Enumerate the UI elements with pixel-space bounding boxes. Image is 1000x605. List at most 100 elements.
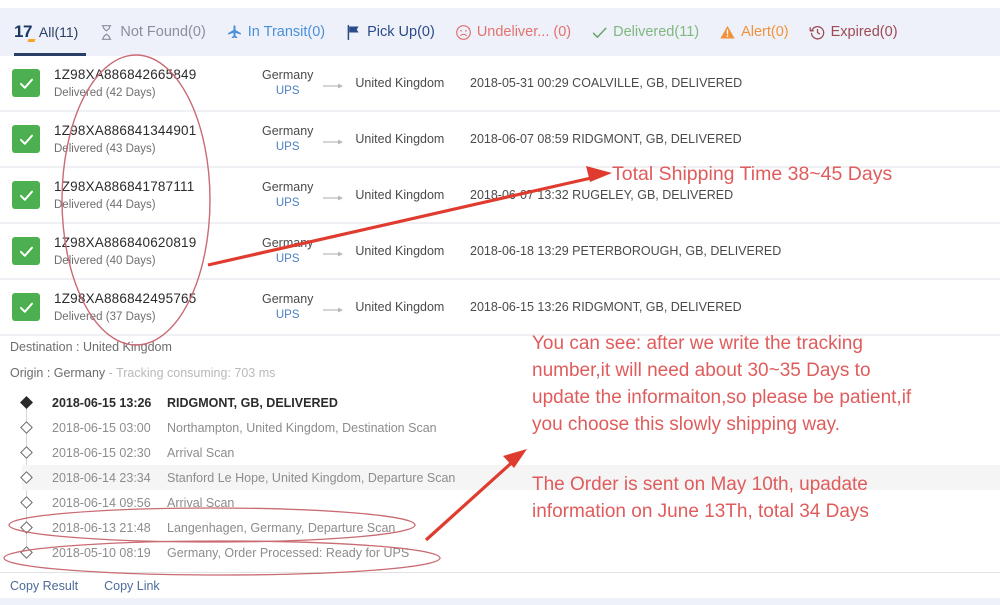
carrier-name: UPS (275, 140, 300, 153)
route-arrow-icon (323, 303, 345, 313)
row-checkbox-checked[interactable] (12, 69, 40, 97)
carrier-name: UPS (275, 84, 300, 97)
row-checkbox-checked[interactable] (12, 181, 40, 209)
timeline-node-icon (20, 421, 33, 434)
event-time: 2018-06-14 09:56 (52, 495, 151, 510)
last-event: 2018-05-31 00:29 COALVILLE, GB, DELIVERE… (470, 76, 743, 90)
tracking-number-cell: 1Z98XA886841344901 Delivered (43 Days) (54, 123, 262, 155)
copy-link-link[interactable]: Copy Link (104, 579, 160, 593)
table-row[interactable]: 1Z98XA886842495765 Delivered (37 Days) G… (0, 280, 1000, 336)
destination-country: United Kingdom (355, 188, 445, 202)
tracking-number[interactable]: 1Z98XA886840620819 (54, 235, 262, 252)
tab-expired-label: Expired(0) (830, 23, 898, 40)
bottom-bar (0, 598, 1000, 605)
sad-face-icon (455, 24, 472, 41)
destination-country: United Kingdom (355, 76, 445, 90)
origin-country: Germany (262, 180, 314, 195)
tracking-results-page: 17 All(11) Not Found(0) In Transit(0) Pi… (0, 0, 1000, 605)
route-cell: Germany UPS United Kingdom (262, 67, 462, 98)
clock-rewind-icon (809, 24, 826, 41)
tab-not-found[interactable]: Not Found(0) (92, 8, 219, 56)
origin-block: Germany UPS (262, 179, 313, 210)
last-event: 2018-06-07 08:59 RIDGMONT, GB, DELIVERED (470, 132, 742, 146)
event-description: Arrival Scan (167, 445, 235, 460)
event-time: 2018-06-13 21:48 (52, 520, 151, 535)
timeline-node-icon (20, 546, 33, 559)
tab-undelivered-label: Undeliver... (0) (476, 23, 572, 40)
route-cell: Germany UPS United Kingdom (262, 179, 462, 210)
route-cell: Germany UPS United Kingdom (262, 291, 462, 322)
tab-in-transit[interactable]: In Transit(0) (220, 8, 339, 56)
detail-footer-links: Copy Result Copy Link (0, 572, 1000, 598)
tab-in-transit-label: In Transit(0) (247, 23, 326, 40)
event-time: 2018-06-15 02:30 (52, 445, 151, 460)
tracking-number-cell: 1Z98XA886840620819 Delivered (40 Days) (54, 235, 262, 267)
tab-pick-up[interactable]: Pick Up(0) (339, 8, 449, 56)
tracking-status: Delivered (40 Days) (54, 254, 156, 267)
tab-all-label: All(11) (38, 24, 79, 40)
detail-origin: Origin : Germany (10, 366, 106, 380)
carrier-name: UPS (275, 252, 300, 265)
tab-all[interactable]: 17 All(11) (8, 8, 92, 56)
warning-triangle-icon (719, 24, 736, 41)
detail-origin-separator: - (105, 366, 117, 380)
tracking-number[interactable]: 1Z98XA886842495765 (54, 291, 262, 308)
detail-tracking-consuming: Tracking consuming: 703 ms (116, 366, 276, 380)
list-item: 2018-05-10 08:19 Germany, Order Processe… (20, 540, 1000, 565)
row-checkbox-checked[interactable] (12, 293, 40, 321)
tracking-number-cell: 1Z98XA886842495765 Delivered (37 Days) (54, 291, 262, 323)
event-time: 2018-06-15 03:00 (52, 420, 151, 435)
tab-alert-label: Alert(0) (741, 23, 789, 40)
route-arrow-icon (323, 247, 345, 257)
annotation-order-note: The Order is sent on May 10th, upadate i… (532, 474, 869, 522)
timeline-node-icon (20, 396, 33, 409)
hourglass-icon (98, 24, 115, 41)
tracking-status: Delivered (42 Days) (54, 86, 156, 99)
annotation-shipping-time: Total Shipping Time 38~45 Days (612, 163, 893, 185)
table-row[interactable]: 1Z98XA886840620819 Delivered (40 Days) G… (0, 224, 1000, 280)
row-checkbox-checked[interactable] (12, 125, 40, 153)
tracking-number-cell: 1Z98XA886841787111 Delivered (44 Days) (54, 179, 262, 211)
copy-result-link[interactable]: Copy Result (10, 579, 78, 593)
origin-block: Germany UPS (262, 123, 313, 154)
annotation-explanation: You can see: after we write the tracking… (532, 333, 912, 435)
tracking-number[interactable]: 1Z98XA886841344901 (54, 123, 262, 140)
tab-undelivered[interactable]: Undeliver... (0) (449, 8, 585, 56)
17track-logo-icon: 17 (14, 22, 32, 41)
table-row[interactable]: 1Z98XA886842665849 Delivered (42 Days) G… (0, 56, 1000, 112)
event-time: 2018-05-10 08:19 (52, 545, 151, 560)
row-checkbox-checked[interactable] (12, 237, 40, 265)
origin-block: Germany UPS (262, 291, 313, 322)
origin-country: Germany (262, 292, 314, 307)
event-description: Arrival Scan (167, 495, 235, 510)
route-arrow-icon (323, 135, 345, 145)
table-row[interactable]: 1Z98XA886841344901 Delivered (43 Days) G… (0, 112, 1000, 168)
event-description: Stanford Le Hope, United Kingdom, Depart… (167, 470, 456, 485)
last-event: 2018-06-07 13:32 RUGELEY, GB, DELIVERED (470, 188, 734, 202)
last-event: 2018-06-18 13:29 PETERBOROUGH, GB, DELIV… (470, 244, 782, 258)
tab-delivered[interactable]: Delivered(11) (585, 8, 713, 56)
origin-country: Germany (262, 236, 314, 251)
timeline-node-icon (20, 446, 33, 459)
origin-country: Germany (262, 68, 314, 83)
event-description: RIDGMONT, GB, DELIVERED (167, 395, 338, 410)
route-cell: Germany UPS United Kingdom (262, 123, 462, 154)
last-event: 2018-06-15 13:26 RIDGMONT, GB, DELIVERED (470, 300, 742, 314)
tracking-status: Delivered (43 Days) (54, 142, 156, 155)
airplane-icon (226, 24, 243, 41)
tracking-number[interactable]: 1Z98XA886842665849 (54, 67, 262, 84)
carrier-name: UPS (275, 196, 300, 209)
event-time: 2018-06-15 13:26 (52, 395, 152, 410)
tracking-results-list: 1Z98XA886842665849 Delivered (42 Days) G… (0, 56, 1000, 336)
route-cell: Germany UPS United Kingdom (262, 235, 462, 266)
tab-alert[interactable]: Alert(0) (713, 8, 803, 56)
event-description: Germany, Order Processed: Ready for UPS (167, 545, 410, 560)
tracking-number-cell: 1Z98XA886842665849 Delivered (42 Days) (54, 67, 262, 99)
destination-country: United Kingdom (355, 132, 445, 146)
tab-not-found-label: Not Found(0) (120, 23, 206, 40)
route-arrow-icon (323, 79, 345, 89)
tracking-number[interactable]: 1Z98XA886841787111 (54, 179, 262, 196)
tab-pick-up-label: Pick Up(0) (367, 23, 435, 40)
tab-expired[interactable]: Expired(0) (803, 8, 912, 56)
origin-block: Germany UPS (262, 67, 313, 98)
